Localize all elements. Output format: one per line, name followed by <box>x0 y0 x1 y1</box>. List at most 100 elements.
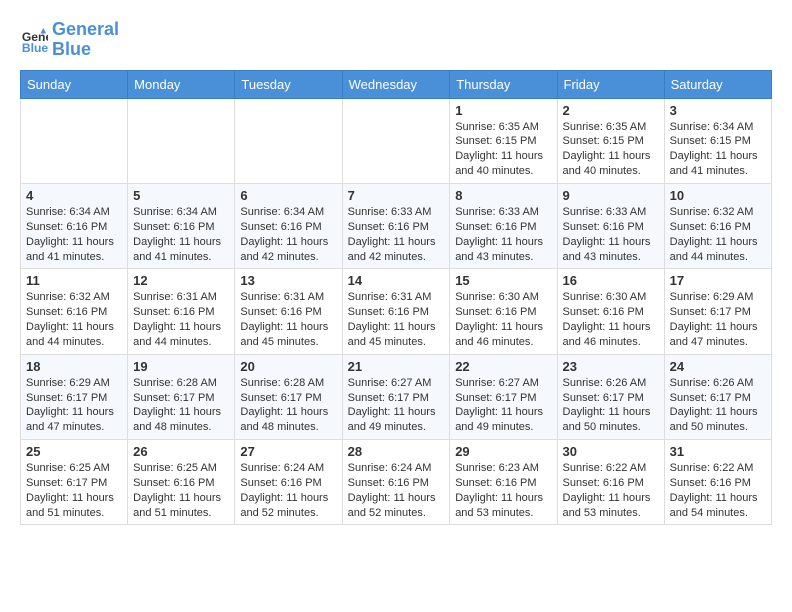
day-number: 19 <box>133 359 229 374</box>
day-cell: 12 Sunrise: 6:31 AM Sunset: 6:16 PM Dayl… <box>128 269 235 354</box>
day-info: Sunrise: 6:31 AM Sunset: 6:16 PM Dayligh… <box>133 290 229 349</box>
day-info: Sunrise: 6:24 AM Sunset: 6:16 PM Dayligh… <box>348 461 445 520</box>
day-cell <box>128 98 235 183</box>
day-cell: 9 Sunrise: 6:33 AM Sunset: 6:16 PM Dayli… <box>557 183 664 268</box>
day-number: 4 <box>26 188 122 203</box>
day-number: 24 <box>670 359 766 374</box>
day-info: Sunrise: 6:29 AM Sunset: 6:17 PM Dayligh… <box>26 376 122 435</box>
day-number: 17 <box>670 273 766 288</box>
week-row-4: 18 Sunrise: 6:29 AM Sunset: 6:17 PM Dayl… <box>21 354 772 439</box>
day-number: 1 <box>455 103 551 118</box>
day-cell: 27 Sunrise: 6:24 AM Sunset: 6:16 PM Dayl… <box>235 440 342 525</box>
day-info: Sunrise: 6:23 AM Sunset: 6:16 PM Dayligh… <box>455 461 551 520</box>
day-number: 12 <box>133 273 229 288</box>
day-cell: 31 Sunrise: 6:22 AM Sunset: 6:16 PM Dayl… <box>664 440 771 525</box>
day-number: 20 <box>240 359 336 374</box>
day-info: Sunrise: 6:33 AM Sunset: 6:16 PM Dayligh… <box>563 205 659 264</box>
day-header-thursday: Thursday <box>450 70 557 98</box>
day-number: 9 <box>563 188 659 203</box>
svg-text:Blue: Blue <box>22 41 48 54</box>
page-header: General Blue GeneralBlue <box>20 20 772 60</box>
day-info: Sunrise: 6:28 AM Sunset: 6:17 PM Dayligh… <box>133 376 229 435</box>
day-number: 3 <box>670 103 766 118</box>
day-cell: 7 Sunrise: 6:33 AM Sunset: 6:16 PM Dayli… <box>342 183 450 268</box>
day-number: 31 <box>670 444 766 459</box>
day-number: 26 <box>133 444 229 459</box>
day-number: 15 <box>455 273 551 288</box>
day-info: Sunrise: 6:25 AM Sunset: 6:16 PM Dayligh… <box>133 461 229 520</box>
day-cell: 25 Sunrise: 6:25 AM Sunset: 6:17 PM Dayl… <box>21 440 128 525</box>
logo-text: GeneralBlue <box>52 20 119 60</box>
day-info: Sunrise: 6:33 AM Sunset: 6:16 PM Dayligh… <box>455 205 551 264</box>
day-number: 11 <box>26 273 122 288</box>
day-cell: 29 Sunrise: 6:23 AM Sunset: 6:16 PM Dayl… <box>450 440 557 525</box>
day-cell: 28 Sunrise: 6:24 AM Sunset: 6:16 PM Dayl… <box>342 440 450 525</box>
day-header-saturday: Saturday <box>664 70 771 98</box>
week-row-3: 11 Sunrise: 6:32 AM Sunset: 6:16 PM Dayl… <box>21 269 772 354</box>
day-number: 6 <box>240 188 336 203</box>
day-info: Sunrise: 6:32 AM Sunset: 6:16 PM Dayligh… <box>26 290 122 349</box>
day-cell: 16 Sunrise: 6:30 AM Sunset: 6:16 PM Dayl… <box>557 269 664 354</box>
day-info: Sunrise: 6:32 AM Sunset: 6:16 PM Dayligh… <box>670 205 766 264</box>
calendar-table: SundayMondayTuesdayWednesdayThursdayFrid… <box>20 70 772 526</box>
day-info: Sunrise: 6:34 AM Sunset: 6:16 PM Dayligh… <box>133 205 229 264</box>
day-number: 18 <box>26 359 122 374</box>
day-cell: 23 Sunrise: 6:26 AM Sunset: 6:17 PM Dayl… <box>557 354 664 439</box>
day-cell: 3 Sunrise: 6:34 AM Sunset: 6:15 PM Dayli… <box>664 98 771 183</box>
day-header-friday: Friday <box>557 70 664 98</box>
day-cell <box>21 98 128 183</box>
day-cell: 22 Sunrise: 6:27 AM Sunset: 6:17 PM Dayl… <box>450 354 557 439</box>
day-number: 25 <box>26 444 122 459</box>
day-number: 2 <box>563 103 659 118</box>
day-cell: 11 Sunrise: 6:32 AM Sunset: 6:16 PM Dayl… <box>21 269 128 354</box>
day-cell: 19 Sunrise: 6:28 AM Sunset: 6:17 PM Dayl… <box>128 354 235 439</box>
day-cell: 24 Sunrise: 6:26 AM Sunset: 6:17 PM Dayl… <box>664 354 771 439</box>
day-number: 10 <box>670 188 766 203</box>
day-cell: 2 Sunrise: 6:35 AM Sunset: 6:15 PM Dayli… <box>557 98 664 183</box>
day-info: Sunrise: 6:28 AM Sunset: 6:17 PM Dayligh… <box>240 376 336 435</box>
day-info: Sunrise: 6:22 AM Sunset: 6:16 PM Dayligh… <box>670 461 766 520</box>
day-cell: 26 Sunrise: 6:25 AM Sunset: 6:16 PM Dayl… <box>128 440 235 525</box>
day-info: Sunrise: 6:35 AM Sunset: 6:15 PM Dayligh… <box>455 120 551 179</box>
day-info: Sunrise: 6:22 AM Sunset: 6:16 PM Dayligh… <box>563 461 659 520</box>
day-cell: 15 Sunrise: 6:30 AM Sunset: 6:16 PM Dayl… <box>450 269 557 354</box>
day-number: 16 <box>563 273 659 288</box>
day-cell: 10 Sunrise: 6:32 AM Sunset: 6:16 PM Dayl… <box>664 183 771 268</box>
day-info: Sunrise: 6:25 AM Sunset: 6:17 PM Dayligh… <box>26 461 122 520</box>
day-cell: 8 Sunrise: 6:33 AM Sunset: 6:16 PM Dayli… <box>450 183 557 268</box>
day-info: Sunrise: 6:35 AM Sunset: 6:15 PM Dayligh… <box>563 120 659 179</box>
day-number: 21 <box>348 359 445 374</box>
day-info: Sunrise: 6:34 AM Sunset: 6:16 PM Dayligh… <box>26 205 122 264</box>
day-info: Sunrise: 6:26 AM Sunset: 6:17 PM Dayligh… <box>563 376 659 435</box>
day-cell: 20 Sunrise: 6:28 AM Sunset: 6:17 PM Dayl… <box>235 354 342 439</box>
day-info: Sunrise: 6:30 AM Sunset: 6:16 PM Dayligh… <box>455 290 551 349</box>
day-number: 8 <box>455 188 551 203</box>
day-info: Sunrise: 6:30 AM Sunset: 6:16 PM Dayligh… <box>563 290 659 349</box>
day-cell <box>342 98 450 183</box>
day-number: 13 <box>240 273 336 288</box>
day-header-wednesday: Wednesday <box>342 70 450 98</box>
day-info: Sunrise: 6:34 AM Sunset: 6:15 PM Dayligh… <box>670 120 766 179</box>
day-cell: 30 Sunrise: 6:22 AM Sunset: 6:16 PM Dayl… <box>557 440 664 525</box>
day-header-tuesday: Tuesday <box>235 70 342 98</box>
day-cell: 1 Sunrise: 6:35 AM Sunset: 6:15 PM Dayli… <box>450 98 557 183</box>
day-info: Sunrise: 6:24 AM Sunset: 6:16 PM Dayligh… <box>240 461 336 520</box>
header-row: SundayMondayTuesdayWednesdayThursdayFrid… <box>21 70 772 98</box>
week-row-5: 25 Sunrise: 6:25 AM Sunset: 6:17 PM Dayl… <box>21 440 772 525</box>
day-number: 23 <box>563 359 659 374</box>
day-cell: 13 Sunrise: 6:31 AM Sunset: 6:16 PM Dayl… <box>235 269 342 354</box>
day-info: Sunrise: 6:27 AM Sunset: 6:17 PM Dayligh… <box>455 376 551 435</box>
day-info: Sunrise: 6:33 AM Sunset: 6:16 PM Dayligh… <box>348 205 445 264</box>
day-cell: 17 Sunrise: 6:29 AM Sunset: 6:17 PM Dayl… <box>664 269 771 354</box>
day-number: 27 <box>240 444 336 459</box>
logo: General Blue GeneralBlue <box>20 20 119 60</box>
day-info: Sunrise: 6:34 AM Sunset: 6:16 PM Dayligh… <box>240 205 336 264</box>
day-info: Sunrise: 6:26 AM Sunset: 6:17 PM Dayligh… <box>670 376 766 435</box>
day-number: 29 <box>455 444 551 459</box>
day-info: Sunrise: 6:31 AM Sunset: 6:16 PM Dayligh… <box>240 290 336 349</box>
day-info: Sunrise: 6:31 AM Sunset: 6:16 PM Dayligh… <box>348 290 445 349</box>
day-cell: 21 Sunrise: 6:27 AM Sunset: 6:17 PM Dayl… <box>342 354 450 439</box>
day-cell: 18 Sunrise: 6:29 AM Sunset: 6:17 PM Dayl… <box>21 354 128 439</box>
logo-icon: General Blue <box>20 26 48 54</box>
week-row-1: 1 Sunrise: 6:35 AM Sunset: 6:15 PM Dayli… <box>21 98 772 183</box>
